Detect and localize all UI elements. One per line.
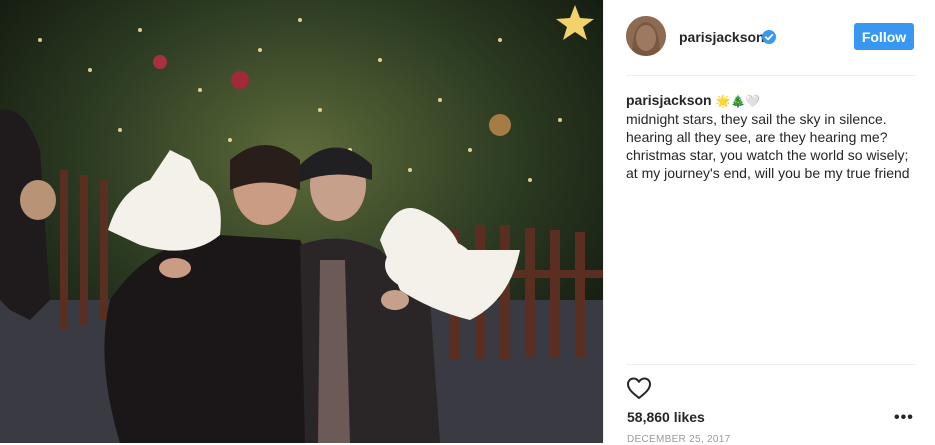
- avatar[interactable]: [626, 16, 666, 56]
- post-image: [0, 0, 603, 443]
- heart-icon[interactable]: [626, 376, 652, 400]
- verified-badge-icon: [762, 30, 776, 44]
- post-detail-panel: parisjackson Follow parisjackson 🌟🎄🤍 mid…: [603, 0, 935, 445]
- more-options-icon[interactable]: •••: [894, 409, 914, 427]
- caption-line: at my journey's end, will you be my true…: [626, 165, 910, 181]
- caption-line: hearing all they see, are they hearing m…: [626, 129, 888, 145]
- actions-divider: [626, 364, 915, 365]
- caption-emoji: 🌟🎄🤍: [715, 94, 761, 108]
- likes-count[interactable]: 58,860 likes: [627, 409, 705, 425]
- username-link[interactable]: parisjackson: [679, 29, 765, 45]
- avatar-image: [626, 16, 666, 56]
- follow-button[interactable]: Follow: [854, 23, 914, 50]
- post-date: DECEMBER 25, 2017: [627, 434, 731, 445]
- caption-line: christmas star, you watch the world so w…: [626, 147, 909, 163]
- caption-line: midnight stars, they sail the sky in sil…: [626, 111, 887, 127]
- caption-username-link[interactable]: parisjackson: [626, 92, 712, 108]
- post-photo[interactable]: [0, 0, 603, 443]
- post-caption: parisjackson 🌟🎄🤍 midnight stars, they sa…: [626, 91, 926, 182]
- post-header: parisjackson Follow: [604, 0, 935, 76]
- header-divider: [626, 75, 915, 76]
